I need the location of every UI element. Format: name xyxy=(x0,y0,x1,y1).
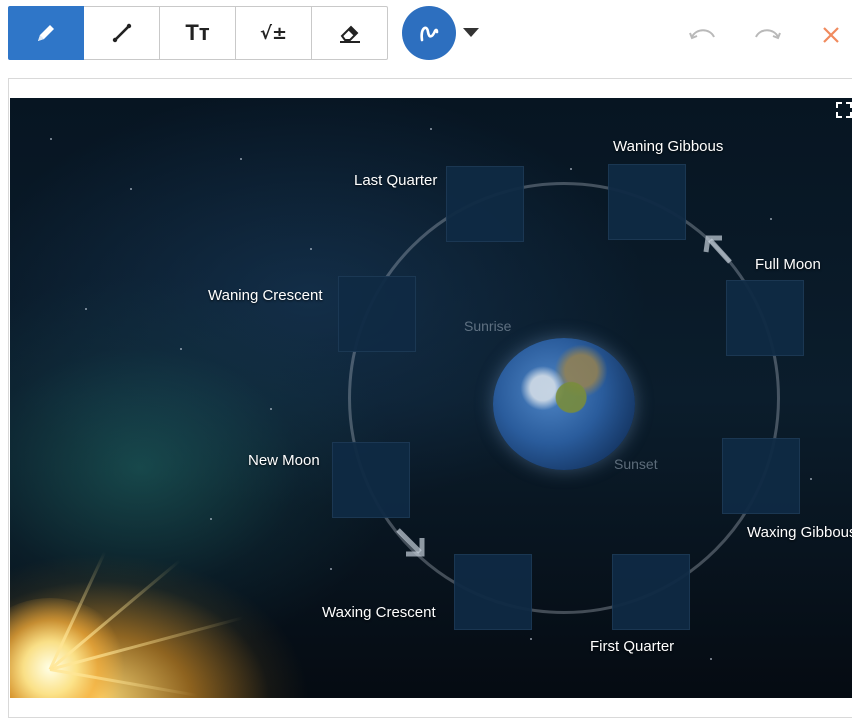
pencil-tool[interactable] xyxy=(8,6,84,60)
star xyxy=(270,408,272,410)
orbit-arrow-icon xyxy=(396,528,425,557)
waxing-crescent-label: Waxing Crescent xyxy=(322,604,436,621)
star xyxy=(50,138,52,140)
star xyxy=(210,518,212,520)
star xyxy=(330,568,332,570)
freehand-curve-icon xyxy=(420,26,439,42)
new-moon-slot xyxy=(332,442,410,518)
math-tool[interactable]: √± xyxy=(236,6,312,60)
earth xyxy=(493,338,635,470)
star xyxy=(130,188,132,190)
eraser-tool[interactable] xyxy=(312,6,388,60)
waning-gibbous-slot xyxy=(608,164,686,240)
eraser-icon xyxy=(339,25,360,43)
star xyxy=(85,308,87,310)
drawing-toolbar: Tт √± xyxy=(8,6,848,62)
waning-gibbous-label: Waning Gibbous xyxy=(613,138,724,155)
last-quarter-label: Last Quarter xyxy=(354,172,438,189)
line-icon xyxy=(112,23,131,43)
close-button[interactable] xyxy=(816,20,846,50)
tool-group: Tт √± xyxy=(8,6,388,60)
waxing-gibbous-label: Waxing Gibbous xyxy=(747,524,852,541)
star xyxy=(310,248,312,250)
close-icon xyxy=(823,27,839,43)
waxing-gibbous-slot xyxy=(722,438,800,514)
new-moon-label: New Moon xyxy=(248,452,320,469)
caret-down-icon[interactable] xyxy=(463,28,479,37)
fullscreen-icon[interactable] xyxy=(836,102,852,118)
full-moon-slot xyxy=(726,280,804,356)
first-quarter-slot xyxy=(612,554,690,630)
last-quarter-slot xyxy=(446,166,524,242)
line-tool[interactable] xyxy=(84,6,160,60)
math-symbol-icon: √± xyxy=(259,22,288,44)
sun xyxy=(10,598,130,698)
star xyxy=(240,158,242,160)
undo-icon xyxy=(689,29,715,40)
undo-button[interactable] xyxy=(688,20,718,50)
redo-icon xyxy=(755,29,781,40)
text-size-icon: Tт xyxy=(185,20,210,45)
star xyxy=(180,348,182,350)
pencil-icon xyxy=(38,25,54,41)
waning-crescent-slot xyxy=(338,276,416,352)
star xyxy=(710,658,712,660)
shape-tool-button[interactable] xyxy=(402,6,456,60)
orbit-arrow-icon xyxy=(703,235,732,264)
sunset-label: Sunset xyxy=(614,456,658,472)
waxing-crescent-slot xyxy=(454,554,532,630)
star xyxy=(810,478,812,480)
star xyxy=(770,218,772,220)
star xyxy=(530,638,532,640)
redo-button[interactable] xyxy=(752,20,782,50)
star xyxy=(430,128,432,130)
sunrise-label: Sunrise xyxy=(464,318,512,334)
full-moon-label: Full Moon xyxy=(755,256,821,273)
star xyxy=(570,168,572,170)
waning-crescent-label: Waning Crescent xyxy=(208,287,323,304)
moon-phases-image: Waning Gibbous Last Quarter Full Moon Wa… xyxy=(10,98,852,698)
text-tool[interactable]: Tт xyxy=(160,6,236,60)
first-quarter-label: First Quarter xyxy=(590,638,675,655)
